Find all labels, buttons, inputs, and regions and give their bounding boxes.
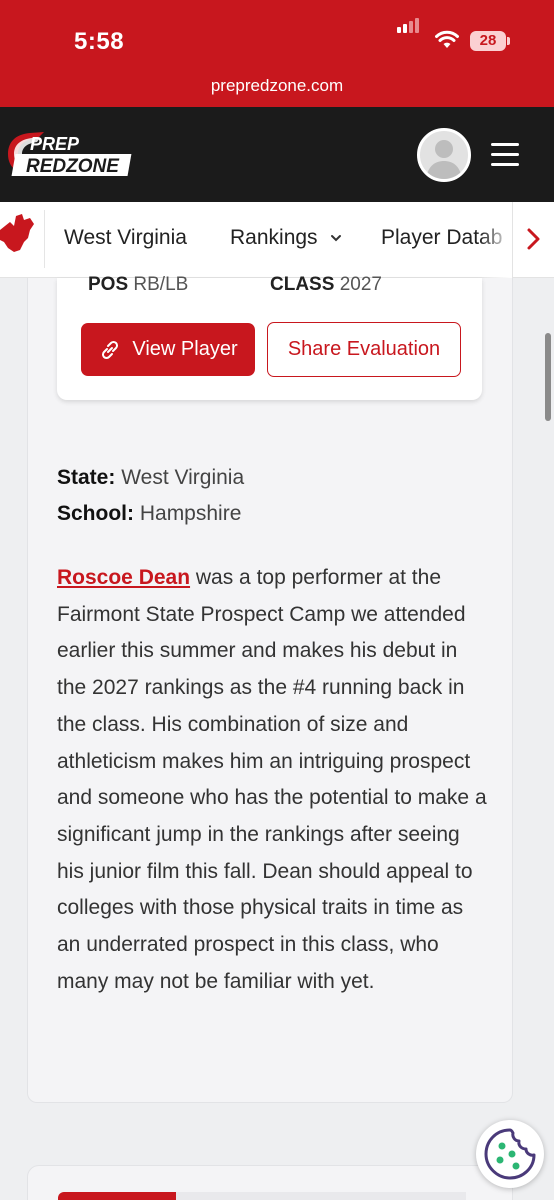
- nav-item-rankings[interactable]: Rankings: [230, 226, 343, 250]
- user-avatar[interactable]: [417, 128, 471, 182]
- west-virginia-map-icon[interactable]: [0, 212, 36, 264]
- chevron-right-icon[interactable]: [525, 226, 543, 252]
- class-label: CLASS: [270, 274, 335, 295]
- nav-item-rankings-label: Rankings: [230, 226, 318, 249]
- state-row: State: West Virginia: [57, 466, 244, 490]
- nav-divider: [512, 202, 513, 278]
- battery-tip: [507, 37, 510, 45]
- evaluation-body: was a top performer at the Fairmont Stat…: [57, 566, 487, 993]
- cookie-icon: [484, 1128, 536, 1180]
- next-card-accent: [58, 1192, 176, 1200]
- scrollbar[interactable]: [545, 333, 551, 421]
- nav-divider: [44, 210, 45, 268]
- link-icon: [102, 340, 119, 359]
- user-silhouette-icon: [426, 140, 462, 179]
- status-time: 5:58: [74, 28, 125, 55]
- position-stat: POS RB/LB: [88, 274, 188, 296]
- player-name-link[interactable]: Roscoe Dean: [57, 566, 190, 589]
- nav-item-west-virginia[interactable]: West Virginia: [64, 226, 187, 250]
- state-label: State:: [57, 466, 116, 489]
- school-value: Hampshire: [139, 502, 242, 525]
- share-evaluation-label: Share Evaluation: [287, 338, 441, 360]
- logo-text-prep: PREP: [30, 134, 80, 154]
- class-stat: CLASS 2027: [270, 274, 382, 296]
- school-label: School:: [57, 502, 134, 525]
- next-card-placeholder: [176, 1192, 466, 1200]
- evaluation-text: Roscoe Dean was a top performer at the F…: [57, 560, 489, 1000]
- state-value: West Virginia: [121, 466, 245, 489]
- logo-text-redzone: REDZONE: [26, 156, 120, 177]
- status-bar: 5:58 28 prepredzone.com: [0, 0, 554, 107]
- view-player-button[interactable]: View Player: [81, 323, 255, 376]
- menu-icon[interactable]: [491, 143, 519, 167]
- browser-url[interactable]: prepredzone.com: [0, 76, 554, 96]
- position-value: RB/LB: [133, 274, 189, 295]
- battery-indicator: 28: [470, 31, 506, 51]
- view-player-label: View Player: [132, 338, 238, 360]
- cookie-settings-button[interactable]: [476, 1120, 544, 1188]
- chevron-down-icon: [331, 235, 342, 242]
- school-row: School: Hampshire: [57, 502, 241, 526]
- wifi-icon: [435, 30, 459, 48]
- position-label: POS: [88, 274, 129, 295]
- class-value: 2027: [339, 274, 382, 295]
- share-evaluation-button[interactable]: Share Evaluation: [267, 322, 461, 377]
- nav-fade-overlay: [480, 202, 512, 278]
- site-logo[interactable]: PREP REDZONE: [4, 128, 138, 180]
